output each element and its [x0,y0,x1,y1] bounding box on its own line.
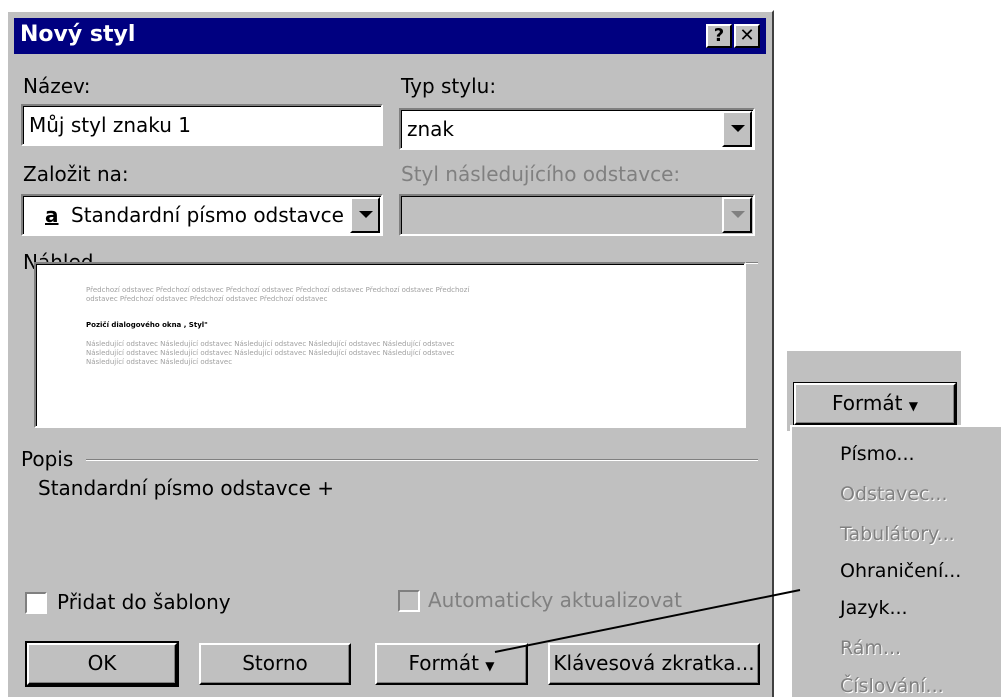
callout-line [494,589,801,653]
callout-connector [494,589,801,653]
